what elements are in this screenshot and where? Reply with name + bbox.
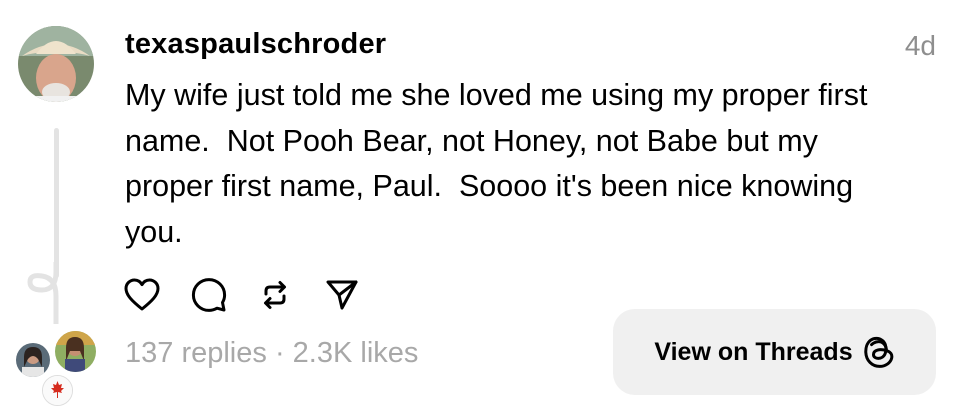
repost-icon [264, 281, 286, 309]
view-on-threads-button[interactable]: View on Threads [613, 309, 936, 395]
thread-connector-line [54, 128, 59, 278]
author-avatar[interactable] [18, 26, 94, 102]
likes-count[interactable]: 2.3K likes [293, 337, 419, 369]
author-username[interactable]: texaspaulschroder [125, 28, 386, 61]
author-avatar-image [18, 26, 94, 102]
thread-loop-icon [27, 262, 59, 324]
stats-separator: · [274, 337, 285, 369]
view-on-threads-label: View on Threads [654, 337, 853, 366]
heart-icon [124, 278, 160, 311]
comment-button[interactable] [191, 275, 258, 315]
post-stats: 137 replies · 2.3K likes [125, 337, 418, 370]
replier-avatar-image [16, 343, 50, 377]
replier-avatar-image [55, 331, 96, 372]
replier-avatar[interactable] [55, 331, 96, 372]
share-button[interactable] [325, 275, 392, 315]
threads-logo-icon [863, 336, 893, 368]
like-button[interactable] [124, 275, 191, 315]
post-timestamp: 4d [904, 30, 936, 61]
comment-icon [191, 278, 227, 312]
replier-avatar[interactable] [16, 343, 50, 377]
share-icon [326, 280, 358, 310]
replier-avatar[interactable] [42, 375, 73, 406]
replies-count[interactable]: 137 replies [125, 337, 267, 369]
repost-button[interactable] [258, 275, 325, 315]
post-text: My wife just told me she loved me using … [125, 78, 868, 249]
maple-leaf-icon [43, 376, 72, 405]
post-actions-bar [124, 275, 392, 315]
